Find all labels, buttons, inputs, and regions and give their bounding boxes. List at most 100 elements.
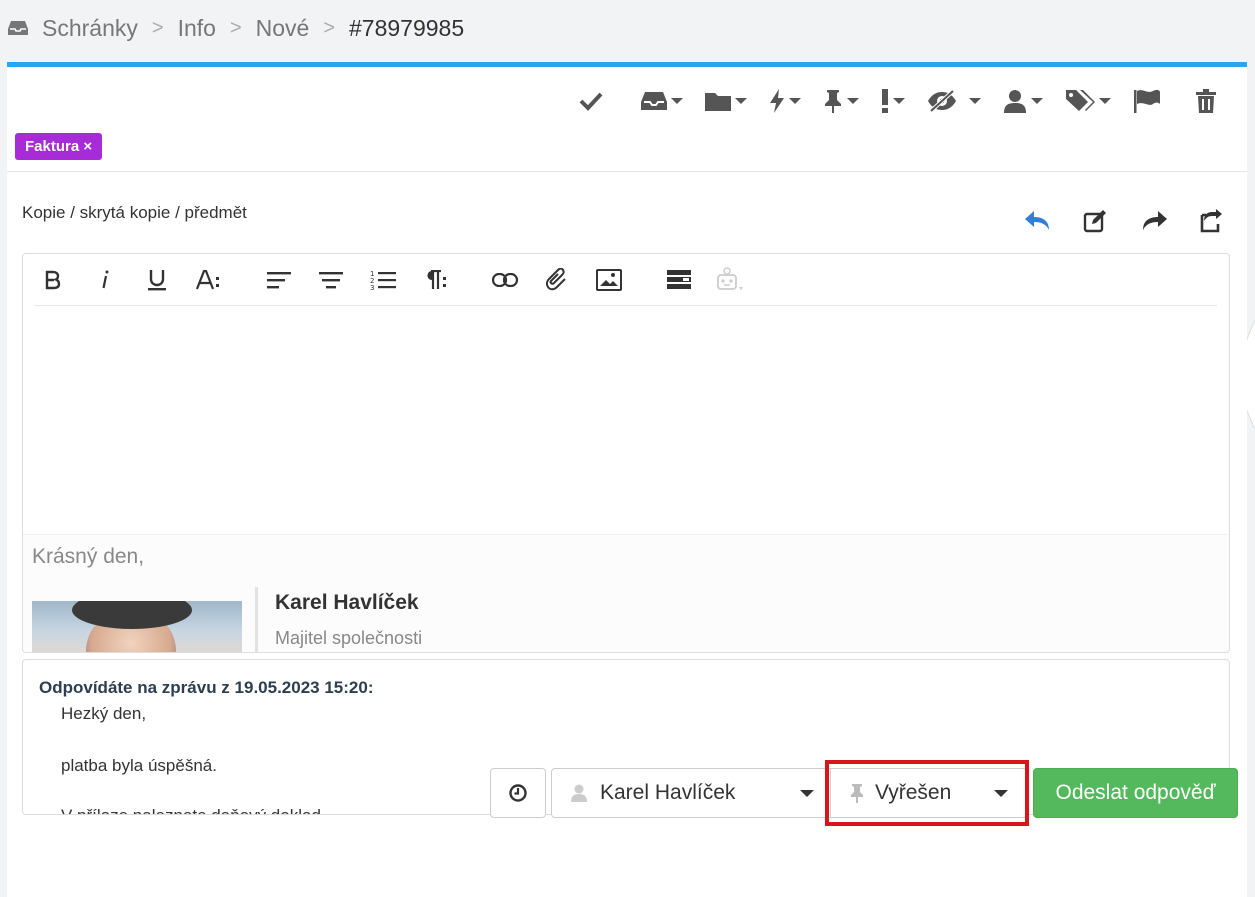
signature-divider [255,587,258,652]
template-button[interactable] [661,262,697,298]
share-button[interactable] [1197,207,1227,235]
tags-icon [1066,90,1095,111]
chevron-down-icon [1099,98,1111,104]
delete-button[interactable] [1195,87,1217,115]
font-size-icon [196,269,219,289]
underline-icon [148,269,166,290]
image-button[interactable] [591,262,627,298]
pin-dropdown[interactable] [823,87,859,115]
user-icon [1004,90,1026,113]
bold-icon [45,270,61,289]
editor-text-area[interactable] [23,308,1229,534]
resolve-button[interactable] [579,87,603,115]
robot-icon [717,266,743,290]
quote-line: V příloze naleznete daňový doklad. [61,806,326,814]
inbox-icon [8,17,30,39]
ai-assistant-dropdown[interactable] [713,262,749,298]
breadcrumb-separator: > [151,16,164,39]
bolt-icon [770,89,784,113]
breadcrumb-separator: > [229,16,242,39]
chevron-down-icon [893,98,905,104]
font-size-button[interactable] [191,262,227,298]
assign-user-dropdown[interactable] [1003,87,1043,115]
paperclip-icon [546,267,566,290]
chevron-down-icon [671,98,683,104]
link-icon [492,272,518,287]
editor-toolbar: 123 [35,254,1217,306]
edit-note-button[interactable] [1081,207,1111,235]
flag-button[interactable] [1133,87,1161,115]
priority-dropdown[interactable] [881,87,905,115]
chevron-down-icon [789,98,801,104]
forward-icon [1143,211,1167,230]
eye-slash-icon [928,90,956,112]
underline-button[interactable] [139,262,175,298]
align-center-icon [319,271,343,288]
reply-icon [1025,211,1049,230]
check-icon [579,92,603,111]
forward-button[interactable] [1139,207,1169,235]
exclamation-icon [882,89,888,113]
signature-name: Karel Havlíček [275,591,419,614]
greeting-text: Krásný den, [32,545,145,568]
reply-footer: Karel Havlíček Vyřešen Odeslat odpověď [490,760,1238,826]
italic-icon [102,270,109,288]
chevron-down-icon [1031,98,1043,104]
bold-button[interactable] [35,262,71,298]
trash-icon [1196,89,1216,113]
pin-icon [825,90,841,113]
automation-dropdown[interactable] [769,87,801,115]
breadcrumb-separator: > [323,16,336,39]
link-button[interactable] [487,262,523,298]
breadcrumb-item-info[interactable]: Info [178,15,216,42]
chevron-down-icon [800,789,814,797]
send-reply-button[interactable]: Odeslat odpověď [1033,768,1238,818]
chevron-down-icon [847,98,859,104]
breadcrumb: Schránky > Info > Nové > #78979985 [8,12,464,44]
recipients-toggle-link[interactable]: Kopie / skrytá kopie / předmět [22,203,247,223]
ordered-list-button[interactable]: 123 [365,262,401,298]
visibility-dropdown[interactable] [927,87,981,115]
move-inbox-dropdown[interactable] [641,87,683,115]
ordered-list-icon: 123 [370,270,396,290]
clock-icon [509,784,527,802]
edit-icon [1083,210,1106,233]
chevron-down-icon [969,98,981,104]
share-icon [1200,209,1222,233]
reply-editor: 123 Krásný den, Karel Havlíček Majitel s… [22,253,1230,653]
tag-badge[interactable]: Faktura × [15,133,103,160]
pin-icon [851,784,863,803]
svg-text:3: 3 [370,284,374,290]
folder-icon [705,93,731,111]
tags-dropdown[interactable] [1065,87,1111,115]
paragraph-button[interactable] [417,262,453,298]
reply-actions [995,207,1227,235]
flag-icon [1134,89,1160,113]
attachment-button[interactable] [539,262,575,298]
inbox-icon [641,92,667,110]
align-left-icon [267,271,291,288]
divider [7,171,1247,172]
chevron-down-icon [735,98,747,104]
status-label: Vyřešen [875,781,952,804]
folder-dropdown[interactable] [705,87,747,115]
signature-role: Majitel společnosti [275,628,423,648]
breadcrumb-item-new[interactable]: Nové [256,15,310,42]
assignee-label: Karel Havlíček [600,781,736,804]
schedule-button[interactable] [490,768,546,818]
status-select[interactable]: Vyřešen [825,760,1029,826]
italic-button[interactable] [87,262,123,298]
image-icon [596,268,622,291]
quote-line: Hezký den, [61,704,147,723]
align-center-button[interactable] [313,262,349,298]
signature-photo [32,601,242,652]
align-left-button[interactable] [261,262,297,298]
assignee-select[interactable]: Karel Havlíček [551,768,831,818]
reply-button[interactable] [1023,207,1053,235]
signature-block: Krásný den, Karel Havlíček Majitel spole… [23,534,1229,652]
breadcrumb-item-mailboxes[interactable]: Schránky [42,15,138,42]
breadcrumb-item-ticket: #78979985 [349,14,465,41]
paragraph-icon [427,269,446,289]
quote-header: Odpovídáte na zprávu z 19.05.2023 15:20: [39,678,374,697]
template-icon [667,269,691,289]
